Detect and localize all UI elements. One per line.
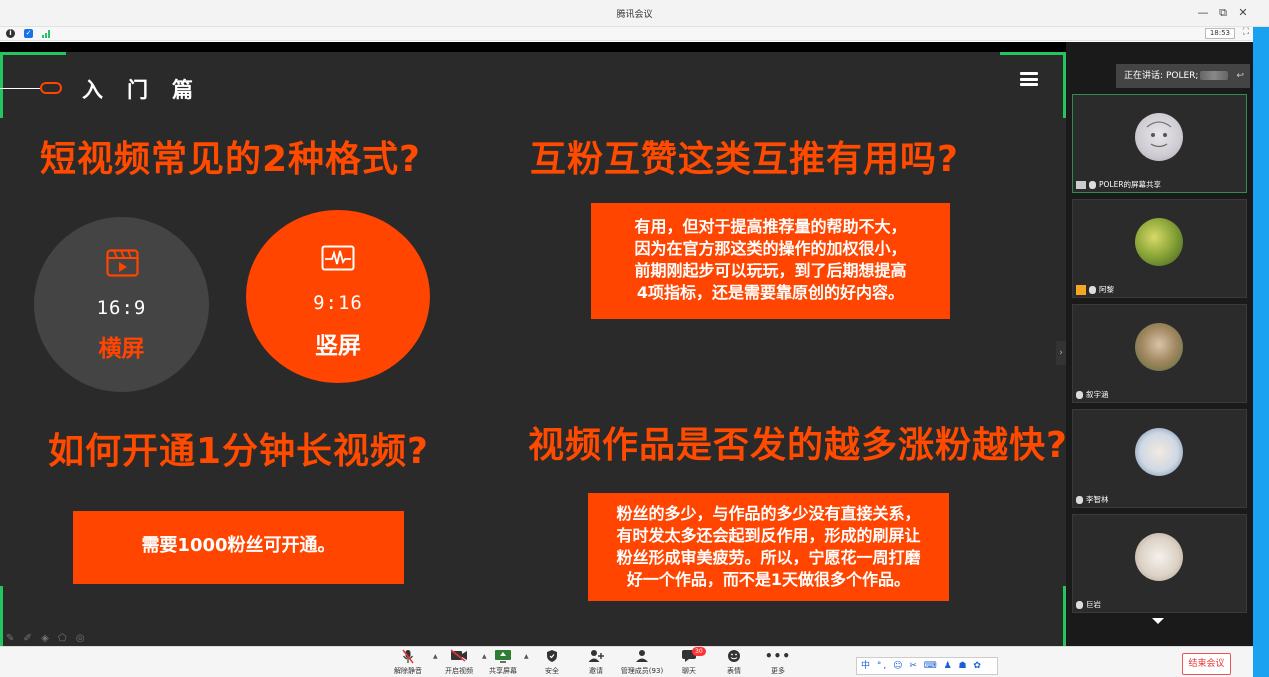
minimize-button[interactable]: — xyxy=(1196,6,1210,19)
question-post-frequency: 视频作品是否发的越多涨粉越快? xyxy=(528,425,1066,466)
presentation-slide: 入门篇 短视频常见的2种格式? 互粉互赞这类互推有用吗? 如何开通1分钟长视频?… xyxy=(0,52,1066,646)
camera-off-icon xyxy=(434,649,484,664)
answer-line: 粉丝形成审美疲劳。所以，宁愿花一周打磨 xyxy=(616,548,921,567)
question-formats: 短视频常见的2种格式? xyxy=(40,139,421,180)
meeting-clock: 18:53 xyxy=(1204,28,1235,39)
signal-icon[interactable] xyxy=(42,30,52,38)
answer-line: 粉丝的多少，与作品的多少没有直接关系， xyxy=(616,504,921,523)
share-border xyxy=(0,52,3,118)
participant-tile[interactable]: 巨岩 xyxy=(1072,514,1247,613)
share-border xyxy=(0,52,66,55)
collapse-panel-button[interactable]: › xyxy=(1056,341,1066,365)
question-mutual-follow: 互粉互赞这类互推有用吗? xyxy=(530,139,959,180)
section-line xyxy=(0,88,40,89)
avatar xyxy=(1135,533,1183,581)
question-long-video: 如何开通1分钟长视频? xyxy=(48,431,429,472)
members-icon xyxy=(617,649,667,664)
shield-icon[interactable]: ✓ xyxy=(24,29,33,38)
participant-name: 阿黎 xyxy=(1076,284,1114,295)
section-title: 入门篇 xyxy=(82,78,217,102)
share-border xyxy=(0,586,3,646)
participant-tile[interactable]: POLER的屏幕共享 xyxy=(1072,94,1247,193)
answer-line: 好一个作品，而不是1天做很多个作品。 xyxy=(626,570,911,589)
mouse-icon xyxy=(40,82,62,94)
shared-screen: 入门篇 短视频常见的2种格式? 互粉互赞这类互推有用吗? 如何开通1分钟长视频?… xyxy=(0,42,1066,646)
share-screen-icon xyxy=(478,649,528,664)
answer-post-frequency: 粉丝的多少，与作品的多少没有直接关系， 有时发太多还会起到反作用，形成的刷屏让 … xyxy=(588,493,949,601)
security-button[interactable]: 安全 xyxy=(527,649,577,676)
chat-badge: 30 xyxy=(692,647,706,656)
chat-icon xyxy=(664,649,714,664)
participant-name: 巨岩 xyxy=(1076,599,1101,610)
participant-tile[interactable]: 李智林 xyxy=(1072,409,1247,508)
info-icon[interactable]: i xyxy=(6,29,15,38)
answer-line: 4项指标，还是需要靠原创的好内容。 xyxy=(636,283,905,302)
participant-tile[interactable]: 叙宇涵 xyxy=(1072,304,1247,403)
fullscreen-icon[interactable]: ⛶ xyxy=(1243,27,1249,37)
participant-name: POLER的屏幕共享 xyxy=(1076,179,1161,190)
desktop-edge xyxy=(1253,27,1269,677)
mic-muted-icon xyxy=(383,649,433,664)
answer-line: 有用，但对于提高推荐量的帮助不大， xyxy=(634,217,907,236)
end-meeting-button[interactable]: 结束会议 xyxy=(1182,653,1231,675)
answer-mutual-follow: 有用，但对于提高推荐量的帮助不大， 因为在官方那这类的操作的加权很小， 前期刚起… xyxy=(591,203,950,319)
manage-members-button[interactable]: 管理成员(93) xyxy=(617,649,667,676)
participant-name: 李智林 xyxy=(1076,494,1109,505)
avatar xyxy=(1135,428,1183,476)
unmute-button[interactable]: 解除静音 ▲ xyxy=(383,649,438,676)
window-title: 腾讯会议 xyxy=(616,10,653,20)
speaking-indicator: 正在讲话: POLER; ↩ xyxy=(1116,64,1250,88)
restore-button[interactable]: ⧉ xyxy=(1216,6,1230,20)
answer-line: 有时发太多还会起到反作用，形成的刷屏让 xyxy=(616,526,921,545)
input-method-bar[interactable]: 中 °, ☺ ✂ ⌨ ♟ ☗ ✿ xyxy=(856,657,998,675)
participant-name: 叙宇涵 xyxy=(1076,389,1109,400)
share-screen-button[interactable]: 共享屏幕 ▲ xyxy=(478,649,529,676)
more-button[interactable]: ••• 更多 xyxy=(753,649,803,676)
start-video-button[interactable]: 开启视频 ▲ xyxy=(434,649,487,676)
answer-long-video: 需要1000粉丝可开通。 xyxy=(73,511,404,584)
emoji-icon xyxy=(709,649,759,664)
hand-icon xyxy=(1076,285,1086,295)
portrait-ratio: 9:16 xyxy=(313,292,363,314)
avatar xyxy=(1135,113,1183,161)
participants-panel: 正在讲话: POLER; ↩ POLER的屏幕共享 阿黎 叙宇涵 李智林 巨岩 xyxy=(1066,42,1253,646)
mic-muted-icon xyxy=(1076,601,1083,609)
waveform-icon xyxy=(321,245,355,271)
meeting-toolbar: 解除静音 ▲ 开启视频 ▲ 共享屏幕 ▲ 安全 邀请 管理成员(93) 30 聊… xyxy=(0,646,1253,677)
landscape-label: 横屏 xyxy=(98,336,145,362)
video-clapper-icon xyxy=(106,249,139,277)
mic-muted-icon xyxy=(1076,391,1083,399)
screen-share-icon xyxy=(1076,181,1086,189)
answer-line: 需要1000粉丝可开通。 xyxy=(141,535,336,556)
format-portrait-circle: 9:16 竖屏 xyxy=(246,210,430,383)
share-border xyxy=(1000,52,1066,55)
blurred-names xyxy=(1200,71,1229,80)
window-titlebar: 腾讯会议 — ⧉ ✕ xyxy=(0,0,1269,27)
annotation-tools[interactable]: ✎ ✐ ◈ ⬠ ◎ xyxy=(6,633,88,644)
mic-icon xyxy=(1089,181,1096,189)
back-icon[interactable]: ↩ xyxy=(1236,64,1244,88)
mic-muted-icon xyxy=(1076,496,1083,504)
speaking-label: 正在讲话: POLER; xyxy=(1124,71,1199,81)
avatar xyxy=(1135,218,1183,266)
mic-muted-icon xyxy=(1089,286,1096,294)
answer-line: 因为在官方那这类的操作的加权很小， xyxy=(634,239,907,258)
landscape-ratio: 16:9 xyxy=(96,297,147,319)
portrait-label: 竖屏 xyxy=(315,333,361,359)
emoji-button[interactable]: 表情 xyxy=(709,649,759,676)
avatar xyxy=(1135,323,1183,371)
close-button[interactable]: ✕ xyxy=(1236,6,1250,19)
shield-icon xyxy=(527,649,577,664)
participant-tile[interactable]: 阿黎 xyxy=(1072,199,1247,298)
more-icon: ••• xyxy=(764,649,791,663)
chat-button[interactable]: 30 聊天 xyxy=(664,647,714,676)
meeting-info-bar: i ✓ 18:53 ⛶ xyxy=(0,27,1253,41)
scroll-down-icon[interactable] xyxy=(1152,618,1164,624)
invite-button[interactable]: 邀请 xyxy=(571,649,621,676)
add-user-icon xyxy=(571,649,621,664)
menu-icon[interactable] xyxy=(1020,72,1038,86)
format-landscape-circle: 16:9 横屏 xyxy=(34,217,209,392)
answer-line: 前期刚起步可以玩玩，到了后期想提高 xyxy=(634,261,907,280)
